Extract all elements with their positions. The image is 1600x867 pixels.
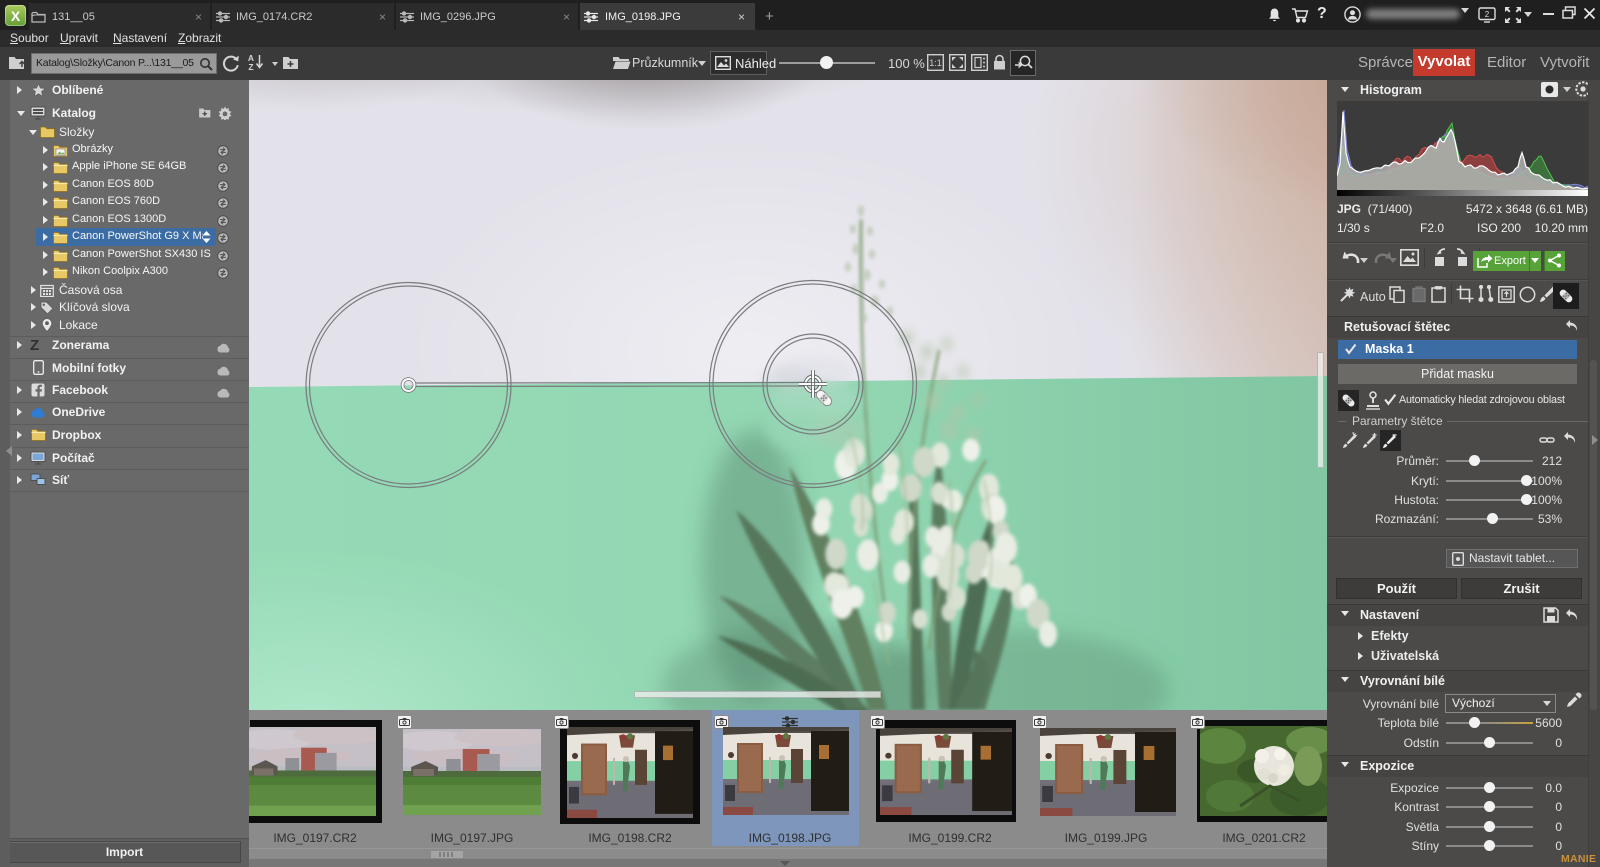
svg-text:Z: Z [248, 62, 253, 72]
svg-text:1:1: 1:1 [929, 58, 942, 68]
svg-text:2: 2 [1485, 10, 1490, 19]
